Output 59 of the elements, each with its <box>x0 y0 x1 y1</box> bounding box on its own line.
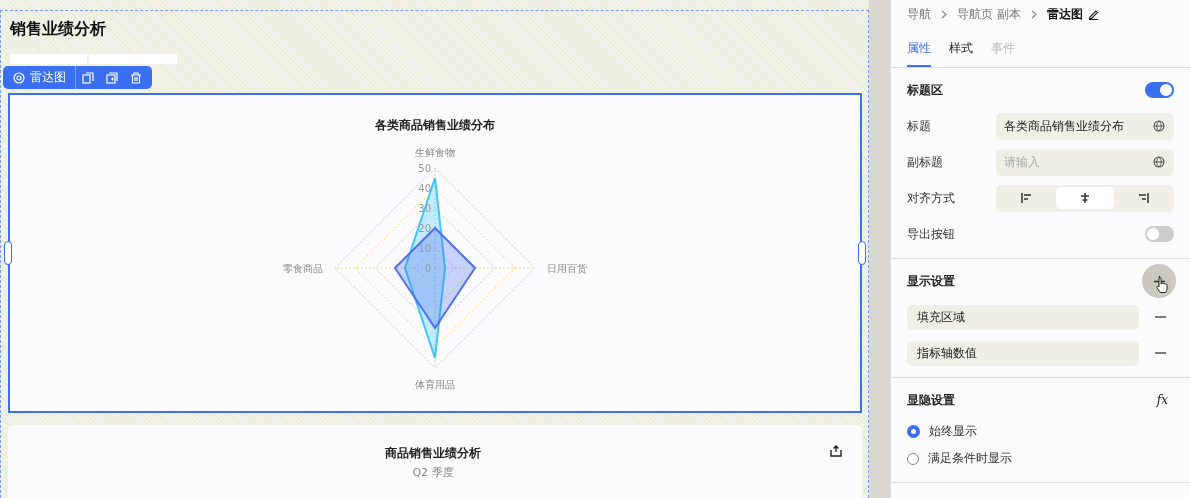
radio-label: 始终显示 <box>929 423 977 440</box>
hand-cursor-icon <box>1156 277 1168 293</box>
duplicate-icon <box>106 71 118 84</box>
text-field[interactable]: 请输入 <box>996 148 1174 176</box>
chart-type-button[interactable]: 雷达图 <box>7 66 76 89</box>
axis-tick-label: 10 <box>418 243 431 254</box>
display-item: 填充区域 <box>907 304 1139 330</box>
align-right-icon <box>1137 192 1149 204</box>
axis-tick-label: 40 <box>418 183 431 194</box>
field-label: 副标题 <box>907 153 943 171</box>
align-left-icon <box>1021 192 1033 204</box>
resize-handle[interactable] <box>4 241 12 265</box>
breadcrumb-link[interactable]: 导航页 副本 <box>957 5 1021 23</box>
section-heading: 显示设置 <box>907 272 955 290</box>
tab[interactable]: 属性 <box>907 34 931 67</box>
align-center-icon <box>1079 192 1091 204</box>
globe-icon <box>1153 156 1165 168</box>
minus-icon <box>1155 352 1166 354</box>
copy-icon <box>82 71 94 84</box>
category-label: 零食商品 <box>283 263 323 274</box>
page-title: 销售业绩分析 <box>10 19 107 40</box>
align-option[interactable] <box>1056 187 1114 209</box>
display-item: 指标轴数值 <box>907 340 1139 366</box>
chart-title: 商品销售业绩分析 <box>385 445 481 462</box>
chart-title: 各类商品销售业绩分布 <box>374 117 496 134</box>
edit-button[interactable] <box>1087 8 1099 20</box>
field-label: 对齐方式 <box>907 189 955 207</box>
field-label: 导出按钮 <box>907 225 955 243</box>
breadcrumb-current: 雷达图 <box>1046 5 1083 23</box>
formula-button[interactable]: fx <box>1156 393 1174 407</box>
scrollbar[interactable] <box>869 0 890 498</box>
export-button[interactable] <box>830 445 842 457</box>
globe-icon <box>1153 120 1165 132</box>
trash-icon <box>130 71 142 84</box>
axis-tick-label: 0 <box>424 263 431 274</box>
tab[interactable]: 样式 <box>949 34 973 67</box>
add-button[interactable] <box>1142 264 1176 298</box>
section-heading: 显隐设置 <box>907 391 955 409</box>
resize-handle[interactable] <box>858 241 866 265</box>
radio-label: 满足条件时显示 <box>928 450 1012 467</box>
radio-button[interactable] <box>907 425 920 438</box>
category-label: 日用百货 <box>547 263 587 274</box>
export-icon <box>830 445 842 457</box>
pencil-icon <box>1087 8 1099 20</box>
category-label: 体育用品 <box>415 379 455 390</box>
radio-button[interactable] <box>907 452 919 465</box>
chevron-right-icon <box>1030 9 1037 19</box>
axis-tick-label: 50 <box>418 163 431 174</box>
minus-icon <box>1155 316 1166 318</box>
breadcrumb-link[interactable]: 导航 <box>907 5 931 23</box>
text-field[interactable]: 各类商品销售业绩分布 <box>996 112 1174 140</box>
chevron-right-icon <box>941 9 947 19</box>
section-heading: 标题区 <box>907 81 943 99</box>
category-label: 生鲜食物 <box>415 147 455 158</box>
axis-tick-label: 20 <box>418 223 431 234</box>
field-label: 标题 <box>907 117 931 135</box>
toggle-switch[interactable] <box>1145 226 1174 242</box>
toggle-switch[interactable] <box>1145 82 1174 98</box>
chart-subtitle: Q2 季度 <box>412 465 454 480</box>
